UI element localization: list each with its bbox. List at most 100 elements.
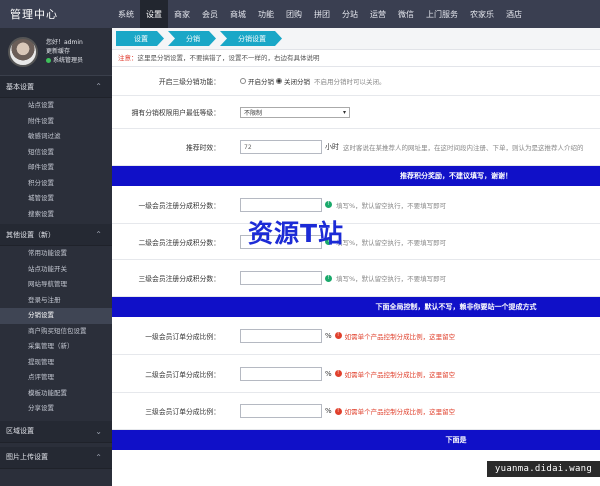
chevron-up-icon: ⌃ (95, 82, 102, 91)
sidebar-group-label: 其他设置（新） (6, 230, 55, 239)
enable-off-label: 关闭分销 (284, 78, 310, 86)
form-row-time: 推荐时效： 72 小时 这时客说在某推荐人的网址里，在这时间段内注册、下单，则认… (112, 129, 600, 166)
nav-hotel[interactable]: 酒店 (500, 0, 528, 28)
user-role: 系统管理员 (53, 57, 84, 64)
sidebar-item-city[interactable]: 城管设置 (0, 191, 112, 207)
lvl1-points-hint: 填写%，默认留空执行，不要填写即可 (336, 201, 447, 210)
chevron-down-icon: ⌄ (95, 426, 102, 436)
nav-pintuan[interactable]: 拼团 (308, 0, 336, 28)
nav-farmstay[interactable]: 农家乐 (464, 0, 500, 28)
lvl2-points-label: 二级会员注册分成积分数： (138, 238, 220, 247)
chevron-up-icon: ⌃ (95, 230, 102, 239)
chevron-up-icon: ⌃ (95, 452, 102, 462)
sidebar-item-sms-package[interactable]: 商户购买短信包设置 (0, 324, 112, 340)
notice-text: 这里是分销设置，不要搞错了，设置不一样的，右边有具体说明 (137, 54, 320, 62)
lvl1-order-label: 一级会员订单分成比例： (145, 332, 220, 341)
form-row-lvl1-points: 一级会员注册分成积分数： ! 填写%，默认留空执行，不要填写即可 (112, 186, 600, 224)
form-row-lvl3-points: 三级会员注册分成积分数： ! 填写%，默认留空执行，不要填写即可 (112, 260, 600, 297)
sidebar-item-share[interactable]: 分享设置 (0, 401, 112, 417)
nav-merchant[interactable]: 商家 (168, 0, 196, 28)
nav-member[interactable]: 会员 (196, 0, 224, 28)
time-label: 推荐时效： (186, 144, 220, 152)
sidebar-item-common[interactable]: 常用功能设置 (0, 246, 112, 262)
url-watermark: yuanma.didai.wang (487, 461, 600, 477)
sidebar-item-search[interactable]: 搜索设置 (0, 207, 112, 223)
online-status-icon (46, 58, 51, 63)
section-banner-next: 下面是 (112, 430, 600, 450)
sidebar-item-review[interactable]: 点评管理 (0, 370, 112, 386)
enable-on-radio[interactable] (240, 78, 246, 84)
sidebar-item-login[interactable]: 登录与注册 (0, 293, 112, 309)
min-level-label: 拥有分销权限用户最低等级： (131, 109, 220, 117)
lvl3-order-hint: 如需单个产品控制分成比例，这里留空 (344, 408, 456, 416)
settings-form: 开启三级分销功能： 开启分销 关闭分销 不启用分销时可以关闭。 拥有分销权限用户… (112, 66, 600, 450)
lvl1-points-input[interactable] (240, 197, 322, 212)
sidebar-item-distribution[interactable]: 分销设置 (0, 308, 112, 324)
nav-system[interactable]: 系统 (112, 0, 140, 28)
sidebar-group-other[interactable]: 其他设置（新） ⌃ (0, 224, 112, 246)
sidebar-item-email[interactable]: 邮件设置 (0, 160, 112, 176)
nav-function[interactable]: 功能 (252, 0, 280, 28)
sidebar-item-collect[interactable]: 采集管理（新） (0, 339, 112, 355)
sidebar-item-site[interactable]: 站点设置 (0, 98, 112, 114)
breadcrumb-settings[interactable]: 设置 (116, 31, 164, 46)
nav-mall[interactable]: 商城 (224, 0, 252, 28)
nav-settings[interactable]: 设置 (140, 0, 168, 28)
sidebar-group-label: 区域设置 (6, 427, 34, 435)
form-row-lvl2-points: 二级会员注册分成积分数： ! 填写%，默认留空执行，不要填写即可 (112, 224, 600, 260)
form-row-enable: 开启三级分销功能： 开启分销 关闭分销 不启用分销时可以关闭。 (112, 67, 600, 96)
sidebar-group-region[interactable]: 区域设置 ⌄ (0, 420, 112, 443)
top-bar: 管理中心 系统 设置 商家 会员 商城 功能 团购 拼团 分站 运营 微信 上门… (0, 0, 600, 28)
time-input[interactable]: 72 (240, 140, 322, 154)
brand-title: 管理中心 (10, 8, 58, 21)
min-level-select[interactable]: 不限制 ▾ (240, 106, 350, 118)
sidebar-item-sms[interactable]: 短信设置 (0, 145, 112, 161)
sidebar-item-attachment[interactable]: 附件设置 (0, 114, 112, 130)
sidebar-group-label: 图片上传设置 (6, 453, 48, 461)
lvl1-order-input[interactable] (240, 328, 322, 343)
breadcrumb-distribution-settings[interactable]: 分销设置 (220, 31, 282, 46)
enable-off-radio[interactable] (276, 78, 282, 84)
sidebar-group-basic[interactable]: 基本设置 ⌃ (0, 76, 112, 98)
sidebar-item-points[interactable]: 积分设置 (0, 176, 112, 192)
time-hint: 这时客说在某推荐人的网址里，在这时间段内注册、下单，则认为是这推荐人介绍的 (343, 144, 584, 152)
enable-hint: 不启用分销时可以关闭。 (314, 78, 386, 86)
sidebar-group-upload[interactable]: 图片上传设置 ⌃ (0, 446, 112, 469)
warning-icon: ! (334, 407, 342, 415)
nav-substation[interactable]: 分站 (336, 0, 364, 28)
lvl3-points-input[interactable] (240, 271, 322, 285)
sidebar-item-navigation[interactable]: 网站导航管理 (0, 277, 112, 293)
lvl2-order-input[interactable] (240, 366, 322, 381)
lvl3-order-input[interactable] (240, 404, 322, 418)
nav-operation[interactable]: 运营 (364, 0, 392, 28)
enable-on-label: 开启分销 (248, 78, 274, 86)
warning-icon: ! (334, 370, 342, 377)
lvl2-points-hint: 填写%，默认留空执行，不要填写即可 (336, 238, 447, 247)
nav-groupbuy[interactable]: 团购 (280, 0, 308, 28)
info-icon: ! (325, 274, 332, 282)
nav-home-service[interactable]: 上门服务 (420, 0, 464, 28)
section-banner-global: 下面全局控制，默认不写，赖非你要站一个提成方式 (112, 297, 600, 317)
notice-label: 注意： (118, 54, 138, 62)
nav-wechat[interactable]: 微信 (392, 0, 420, 28)
sidebar-item-switches[interactable]: 站点功能开关 (0, 262, 112, 278)
lvl2-order-unit: % (325, 369, 332, 378)
lvl3-order-label: 三级会员订单分成比例： (145, 408, 220, 416)
form-row-lvl1-order: 一级会员订单分成比例： % ! 如需单个产品控制分成比例，这里留空 (112, 317, 600, 355)
clear-cache-link[interactable]: 更新缓存 (46, 47, 83, 56)
user-profile: 您好！admin 更新缓存 系统管理员 (0, 28, 112, 76)
breadcrumb-distribution[interactable]: 分销 (168, 31, 216, 46)
main-content: 设置 分销 分销设置 注意：这里是分销设置，不要搞错了，设置不一样的，右边有具体… (112, 28, 600, 486)
sidebar-item-withdraw[interactable]: 提现管理 (0, 355, 112, 371)
sidebar: 您好！admin 更新缓存 系统管理员 基本设置 ⌃ 站点设置 附件设置 敏感词… (0, 28, 112, 486)
lvl2-order-hint: 如需单个产品控制分成比例，这里留空 (344, 370, 456, 379)
sidebar-item-sensitive-words[interactable]: 敏感词过滤 (0, 129, 112, 145)
lvl1-points-label: 一级会员注册分成积分数： (138, 201, 220, 210)
watermark: 资源T站 (248, 219, 345, 248)
min-level-value: 不限制 (244, 109, 263, 117)
sidebar-item-template[interactable]: 模板功能配置 (0, 386, 112, 402)
info-icon: ! (325, 201, 332, 208)
banner-text: 下面是 (445, 436, 467, 444)
lvl1-order-hint: 如需单个产品控制分成比例，这里留空 (344, 332, 456, 341)
banner-text: 推荐积分奖励，不建议填写，谢谢！ (400, 172, 512, 180)
